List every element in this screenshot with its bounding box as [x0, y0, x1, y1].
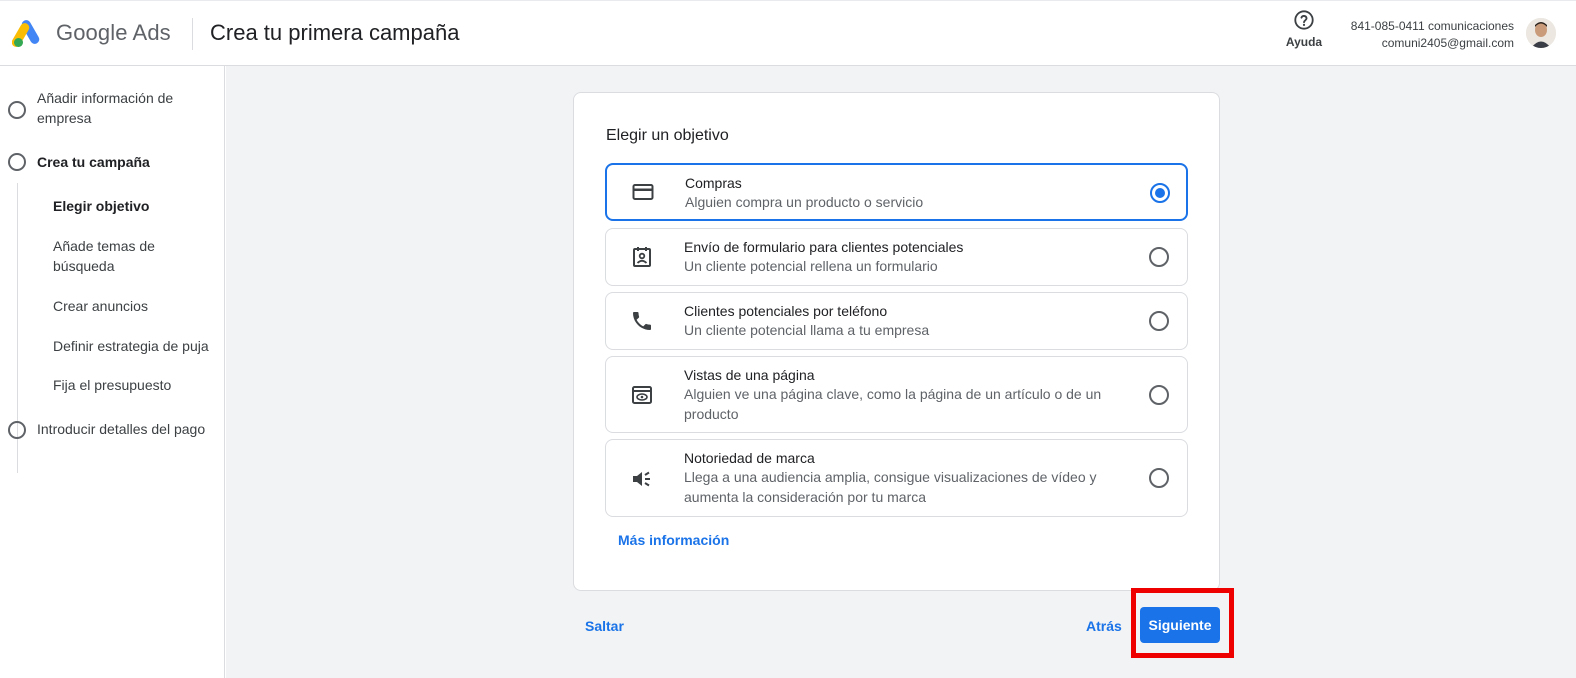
contact-form-icon — [633, 247, 651, 267]
substep-choose-goal[interactable]: Elegir objetivo — [53, 196, 149, 216]
option-title: Compras — [685, 175, 742, 191]
page-title: Crea tu primera campaña — [210, 20, 460, 45]
page-view-icon — [632, 386, 652, 404]
radio-page-views[interactable] — [1149, 385, 1169, 405]
skip-link[interactable]: Saltar — [585, 618, 624, 634]
substep-search-themes[interactable]: Añade temas de búsqueda — [53, 236, 155, 276]
back-button[interactable]: Atrás — [1086, 618, 1122, 634]
header-divider — [192, 18, 193, 50]
user-photo-icon — [1526, 18, 1556, 48]
option-description: Alguien compra un producto o servicio — [685, 194, 924, 210]
brand-name: Google Ads — [56, 20, 171, 45]
google-ads-logo[interactable] — [12, 18, 46, 48]
option-title: Vistas de una página — [684, 367, 815, 383]
step-label: Introducir detalles del pago — [37, 421, 206, 437]
account-info[interactable]: 841-085-0411 comunicaciones comuni2405@g… — [1351, 18, 1514, 52]
substep-create-ads[interactable]: Crear anuncios — [53, 296, 148, 316]
radio-brand-awareness[interactable] — [1149, 468, 1169, 488]
goal-option-brand-awareness[interactable]: Notoriedad de marca Llega a una audienci… — [605, 439, 1188, 517]
help-label: Ayuda — [1285, 35, 1323, 49]
main-content: Elegir un objetivo Compras Alguien compr… — [226, 66, 1576, 678]
option-description: Llega a una audiencia amplia, consigue v… — [684, 469, 1097, 505]
sidebar-stepper: Añadir información de empresa Crea tu cam… — [0, 66, 225, 678]
avatar[interactable] — [1526, 18, 1556, 48]
credit-card-icon — [632, 184, 654, 200]
goal-option-phone-leads[interactable]: Clientes potenciales por teléfono Un cli… — [605, 292, 1188, 350]
substep-budget[interactable]: Fija el presupuesto — [53, 375, 171, 395]
help-icon — [1294, 10, 1314, 30]
goal-card: Elegir un objetivo Compras Alguien compr… — [573, 92, 1220, 591]
radio-purchases[interactable] — [1150, 183, 1170, 203]
step-label: Añadir información de empresa — [37, 90, 174, 126]
top-bar: Google Ads Crea tu primera campaña Ayuda… — [0, 0, 1576, 66]
more-info-link[interactable]: Más información — [618, 532, 729, 548]
option-description: Un cliente potencial llama a tu empresa — [684, 322, 930, 338]
step-label: Crea tu campaña — [37, 154, 150, 170]
radio-lead-form[interactable] — [1149, 247, 1169, 267]
megaphone-icon — [633, 471, 650, 487]
substep-bid-strategy[interactable]: Definir estrategia de puja — [53, 336, 209, 356]
help-button[interactable]: Ayuda — [1282, 9, 1326, 49]
step-status-circle — [8, 421, 26, 439]
radio-phone-leads[interactable] — [1149, 311, 1169, 331]
step-status-circle — [8, 101, 26, 119]
option-title: Clientes potenciales por teléfono — [684, 303, 888, 319]
account-id: 841-085-0411 comunicaciones — [1350, 19, 1514, 33]
goal-option-page-views[interactable]: Vistas de una página Alguien ve una pági… — [605, 356, 1188, 433]
card-title: Elegir un objetivo — [606, 127, 729, 144]
option-title: Envío de formulario para clientes potenc… — [684, 239, 964, 255]
account-email: comuni2405@gmail.com — [1381, 36, 1514, 50]
goal-option-purchases[interactable]: Compras Alguien compra un producto o ser… — [605, 163, 1188, 221]
option-title: Notoriedad de marca — [684, 450, 815, 466]
next-button[interactable]: Siguiente — [1140, 607, 1220, 643]
goal-option-lead-form[interactable]: Envío de formulario para clientes potenc… — [605, 228, 1188, 286]
option-description: Alguien ve una página clave, como la pág… — [684, 386, 1102, 422]
phone-icon — [633, 312, 651, 330]
option-description: Un cliente potencial rellena un formular… — [684, 258, 938, 274]
step-status-circle — [8, 153, 26, 171]
